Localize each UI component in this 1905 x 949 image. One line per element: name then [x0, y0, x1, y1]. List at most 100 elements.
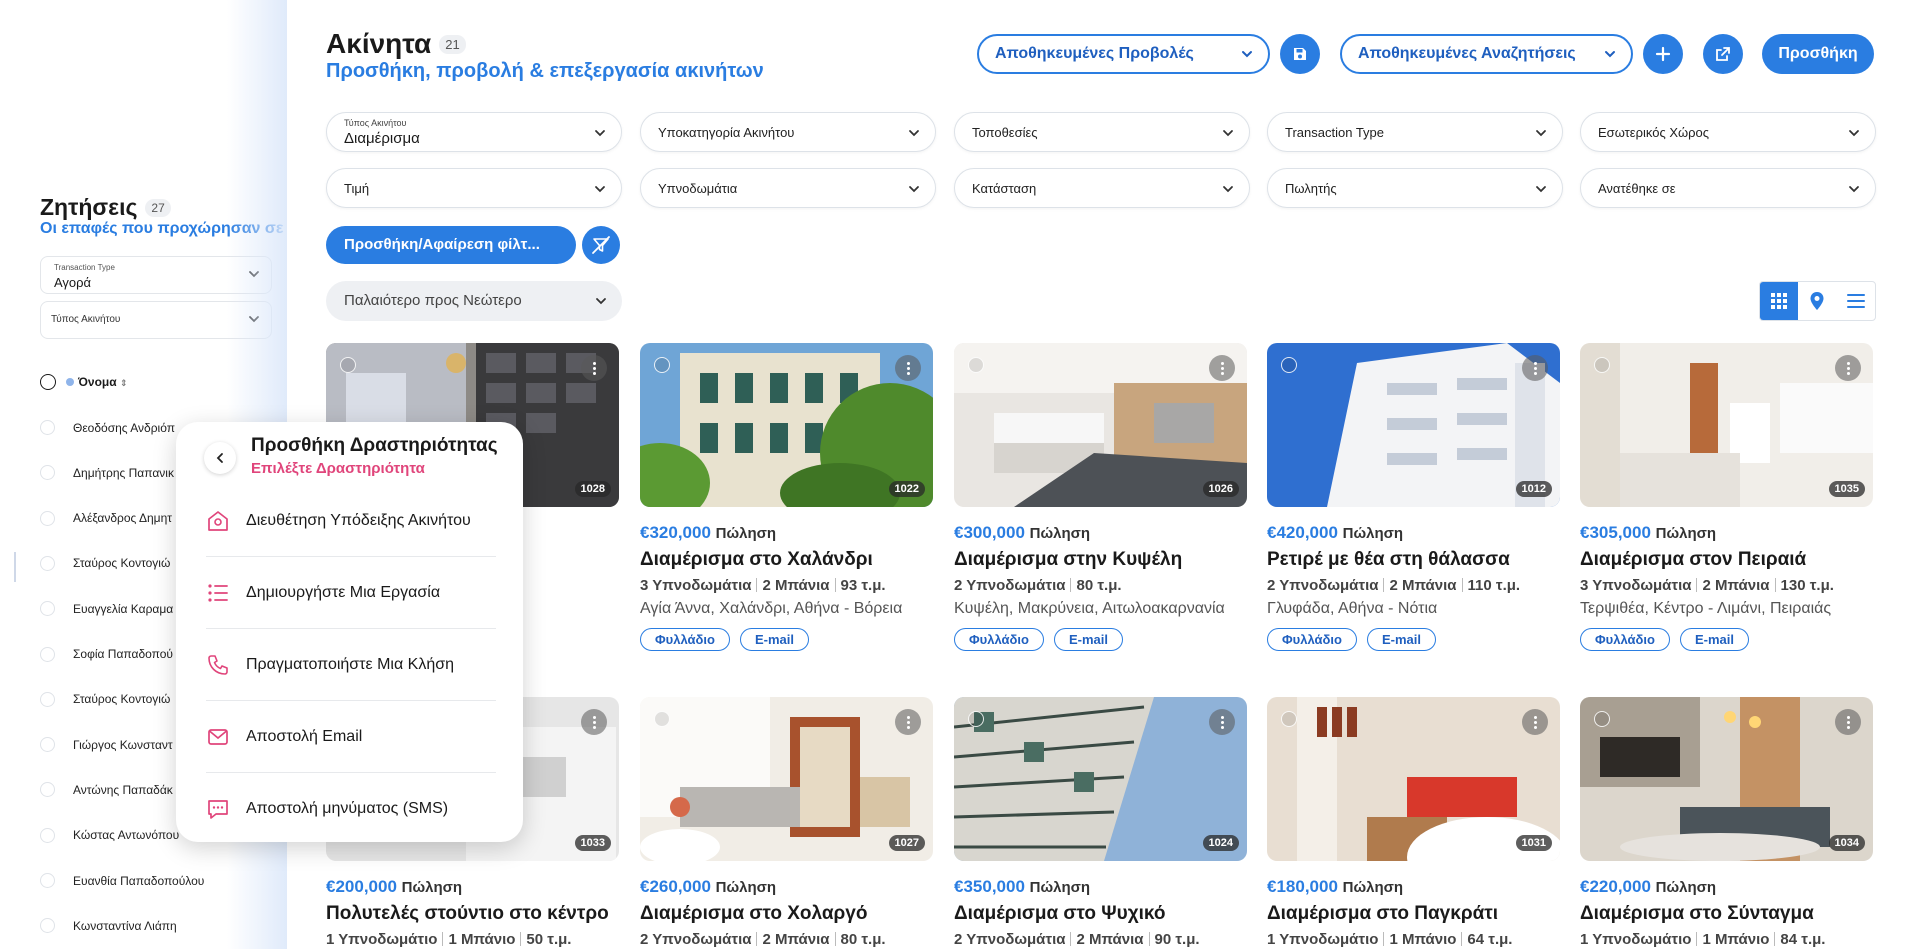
list-view-button[interactable]: [1837, 282, 1875, 320]
card-select-checkbox[interactable]: [1281, 711, 1297, 727]
bedrooms-filter[interactable]: Υπνοδωμάτια: [640, 168, 936, 208]
contact-row[interactable]: Κωνσταντίνα Λιάπη: [40, 918, 177, 934]
property-card[interactable]: 1035 €305,000 Πώληση Διαμέρισμα στον Πειρα…: [1580, 343, 1873, 651]
contact-row[interactable]: Αντώνης Παπαδάκ: [40, 782, 173, 798]
brochure-button[interactable]: Φυλλάδιο: [1580, 628, 1670, 651]
property-photo[interactable]: 1022: [640, 343, 933, 507]
contact-checkbox[interactable]: [40, 555, 55, 571]
more-options-icon[interactable]: [581, 355, 607, 381]
contact-row[interactable]: Δημήτρης Παπανικ: [40, 465, 174, 481]
property-title[interactable]: Διαμέρισμα στο Χαλάνδρι: [640, 549, 933, 571]
property-title[interactable]: Διαμέρισμα στο Σύνταγμα: [1580, 903, 1873, 925]
seller-filter[interactable]: Πωλητής: [1267, 168, 1563, 208]
brochure-button[interactable]: Φυλλάδιο: [954, 628, 1044, 651]
card-select-checkbox[interactable]: [340, 357, 356, 373]
property-photo[interactable]: 1031: [1267, 697, 1560, 861]
more-options-icon[interactable]: [1209, 355, 1235, 381]
property-photo[interactable]: 1027: [640, 697, 933, 861]
more-options-icon[interactable]: [895, 355, 921, 381]
contact-checkbox[interactable]: [40, 646, 55, 662]
card-select-checkbox[interactable]: [1594, 357, 1610, 373]
contact-row[interactable]: Κώστας Αντωνόπου: [40, 827, 179, 843]
property-photo[interactable]: 1024: [954, 697, 1247, 861]
contact-checkbox[interactable]: [40, 420, 55, 435]
email-button[interactable]: E-mail: [1053, 628, 1123, 651]
sort-select[interactable]: Παλαιότερο προς Νεώτερο: [326, 281, 622, 321]
add-property-button[interactable]: Προσθήκη: [1762, 34, 1874, 74]
contact-row[interactable]: Ευαγγελία Καραμα: [40, 601, 173, 617]
property-card[interactable]: 1024 €350,000 Πώληση Διαμέρισμα στο Ψυχικό…: [954, 697, 1247, 949]
activity-item-call[interactable]: Πραγματοποιήστε Μια Κλήση: [206, 629, 496, 701]
name-column-header[interactable]: Όνομα ⇕: [66, 375, 128, 389]
activity-item-task[interactable]: Δημιουργήστε Μια Εργασία: [206, 557, 496, 629]
property-title[interactable]: Διαμέρισμα στο Χολαργό: [640, 903, 933, 925]
more-options-icon[interactable]: [1835, 355, 1861, 381]
contact-checkbox[interactable]: [40, 510, 55, 526]
map-view-button[interactable]: [1798, 282, 1836, 320]
card-select-checkbox[interactable]: [1594, 711, 1610, 727]
more-options-icon[interactable]: [1522, 709, 1548, 735]
interior-filter[interactable]: Εσωτερικός Χώρος: [1580, 112, 1876, 152]
leads-transaction-type-select[interactable]: Transaction Type Αγορά: [40, 256, 272, 294]
contact-row[interactable]: Θεοδόσης Ανδριόπ: [40, 420, 175, 435]
contact-row[interactable]: Ευανθία Παπαδοπούλου: [40, 873, 204, 888]
property-card[interactable]: 1022 €320,000 Πώληση Διαμέρισμα στο Χαλάνδ…: [640, 343, 933, 651]
property-photo[interactable]: 1035: [1580, 343, 1873, 507]
card-select-checkbox[interactable]: [654, 711, 670, 727]
activity-item-sms[interactable]: Αποστολή μηνύματος (SMS): [206, 773, 496, 845]
transaction-type-filter[interactable]: Transaction Type: [1267, 112, 1563, 152]
email-button[interactable]: E-mail: [1679, 628, 1749, 651]
card-select-checkbox[interactable]: [968, 711, 984, 727]
add-remove-filters-button[interactable]: Προσθήκη/Αφαίρεση φίλτ...: [326, 226, 576, 264]
property-title[interactable]: Διαμέρισμα στην Κυψέλη: [954, 549, 1247, 571]
property-card[interactable]: 1031 €180,000 Πώληση Διαμέρισμα στο Παγκρά…: [1267, 697, 1560, 949]
property-photo[interactable]: 1012: [1267, 343, 1560, 507]
saved-searches-select[interactable]: Αποθηκευμένες Αναζητήσεις: [1340, 34, 1633, 74]
property-title[interactable]: Διαμέρισμα στο Ψυχικό: [954, 903, 1247, 925]
property-card[interactable]: 1012 €420,000 Πώληση Ρετιρέ με θέα στη θάλ…: [1267, 343, 1560, 651]
save-view-button[interactable]: [1280, 34, 1320, 74]
contact-row[interactable]: Σταύρος Κοντογιώ: [40, 691, 170, 707]
status-filter[interactable]: Κατάσταση: [954, 168, 1250, 208]
scroll-indicator[interactable]: [14, 552, 16, 582]
property-title[interactable]: Ρετιρέ με θέα στη θάλασσα: [1267, 549, 1560, 571]
back-button[interactable]: [204, 442, 236, 474]
property-title[interactable]: Πολυτελές στούντιο στο κέντρο: [326, 903, 619, 925]
card-select-checkbox[interactable]: [654, 357, 670, 373]
contact-checkbox[interactable]: [40, 782, 55, 798]
property-type-filter[interactable]: Τύπος Ακινήτου Διαμέρισμα: [326, 112, 622, 152]
contact-row[interactable]: Σοφία Παπαδοπού: [40, 646, 173, 662]
brochure-button[interactable]: Φυλλάδιο: [640, 628, 730, 651]
email-button[interactable]: E-mail: [739, 628, 809, 651]
subcategory-filter[interactable]: Υποκατηγορία Ακινήτου: [640, 112, 936, 152]
leads-property-type-select[interactable]: Τύπος Ακινήτου: [40, 301, 272, 339]
price-filter[interactable]: Τιμή: [326, 168, 622, 208]
property-title[interactable]: Διαμέρισμα στο Παγκράτι: [1267, 903, 1560, 925]
property-photo[interactable]: 1034: [1580, 697, 1873, 861]
card-select-checkbox[interactable]: [1281, 357, 1297, 373]
activity-item-viewing[interactable]: Διευθέτηση Υπόδειξης Ακινήτου: [206, 485, 496, 557]
grid-view-button[interactable]: [1760, 282, 1799, 320]
brochure-button[interactable]: Φυλλάδιο: [1267, 628, 1357, 651]
property-photo[interactable]: 1026: [954, 343, 1247, 507]
contact-checkbox[interactable]: [40, 737, 55, 753]
email-button[interactable]: E-mail: [1366, 628, 1436, 651]
contact-checkbox[interactable]: [40, 601, 55, 617]
contact-checkbox[interactable]: [40, 691, 55, 707]
select-all-checkbox[interactable]: [40, 374, 56, 390]
contact-row[interactable]: Σταύρος Κοντογιώ: [40, 555, 170, 571]
saved-views-select[interactable]: Αποθηκευμένες Προβολές: [977, 34, 1270, 74]
contact-checkbox[interactable]: [40, 827, 55, 843]
locations-filter[interactable]: Τοποθεσίες: [954, 112, 1250, 152]
more-options-icon[interactable]: [1835, 709, 1861, 735]
open-external-button[interactable]: [1703, 34, 1743, 74]
property-title[interactable]: Διαμέρισμα στον Πειραιά: [1580, 549, 1873, 571]
contact-checkbox[interactable]: [40, 918, 55, 934]
contact-checkbox[interactable]: [40, 873, 55, 888]
more-options-icon[interactable]: [581, 709, 607, 735]
add-search-button[interactable]: [1643, 34, 1683, 74]
contact-row[interactable]: Γιώργος Κωνσταντ: [40, 737, 173, 753]
more-options-icon[interactable]: [1522, 355, 1548, 381]
assigned-to-filter[interactable]: Ανατέθηκε σε: [1580, 168, 1876, 208]
more-options-icon[interactable]: [895, 709, 921, 735]
